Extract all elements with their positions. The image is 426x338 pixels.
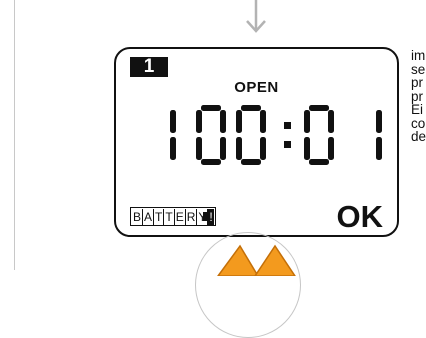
orange-arrow-buttons-icon [217,244,296,276]
battery-letter: ! [207,208,214,225]
battery-letter: T [163,208,173,225]
time-digit-0 [236,105,266,165]
battery-letter: B [133,209,142,224]
left-margin-rule [14,0,15,270]
time-colon [284,122,291,148]
time-digit-1 [376,110,382,160]
time-digit-0 [196,105,226,165]
side-text-line: se [411,61,426,77]
battery-letter: T [153,208,163,225]
side-text-line: co [411,115,426,131]
side-text-line: pr [411,75,424,90]
battery-letter: A [142,208,153,225]
down-arrow-icon [246,0,266,33]
time-digit-0 [304,105,334,165]
ok-label: OK [336,199,384,234]
battery-letter: E [173,208,184,225]
lcd-display: 1 OPEN BATTERY! OK [114,47,399,237]
side-text-line: im [411,48,426,63]
battery-tip [203,212,207,221]
manual-page: 1 OPEN BATTERY! OK imseprprEicode [0,0,426,338]
side-text-line: pr [411,88,424,104]
side-text: im se pr pr Ei co de [411,49,426,144]
side-text-line: Ei [411,102,424,117]
time-digit-1 [170,110,176,160]
side-text-line: de [411,129,426,144]
battery-letter: R [184,208,196,225]
